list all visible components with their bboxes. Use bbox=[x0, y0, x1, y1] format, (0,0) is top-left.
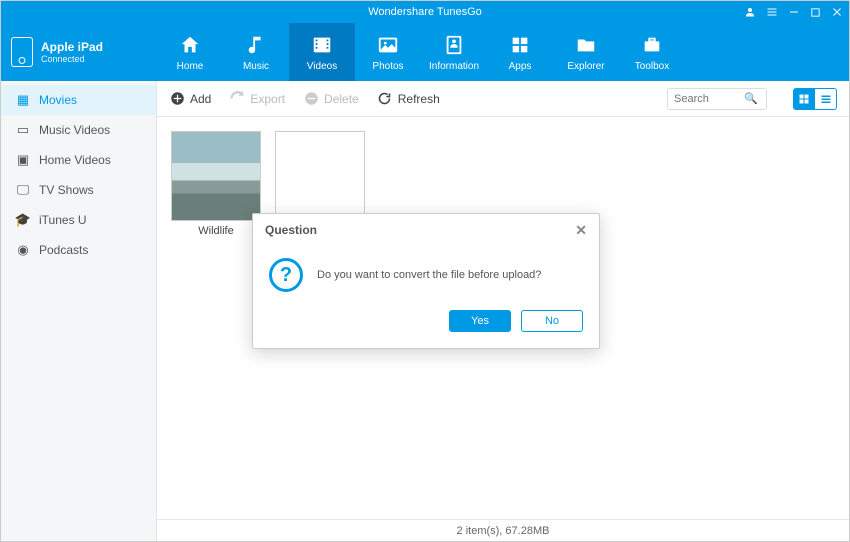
search-input[interactable] bbox=[674, 93, 744, 105]
delete-button[interactable]: Delete bbox=[303, 91, 359, 107]
sidebar-item-itunes-u[interactable]: 🎓 iTunes U bbox=[1, 205, 156, 235]
nav-label: Music bbox=[243, 61, 269, 72]
nav-videos[interactable]: Videos bbox=[289, 23, 355, 81]
device-icon bbox=[11, 37, 33, 67]
menu-icon[interactable] bbox=[766, 6, 778, 18]
device-status: Connected bbox=[41, 54, 103, 64]
yes-button[interactable]: Yes bbox=[449, 310, 511, 332]
maximize-button[interactable] bbox=[810, 7, 821, 18]
sidebar-item-music-videos[interactable]: ▭ Music Videos bbox=[1, 115, 156, 145]
export-label: Export bbox=[250, 92, 285, 106]
status-bar: 2 item(s), 67.28MB bbox=[157, 519, 849, 541]
delete-icon bbox=[303, 91, 319, 107]
device-name: Apple iPad bbox=[41, 40, 103, 54]
dialog-body: ? Do you want to convert the file before… bbox=[253, 246, 599, 300]
close-button[interactable] bbox=[831, 6, 843, 18]
add-label: Add bbox=[190, 92, 211, 106]
nav-label: Toolbox bbox=[635, 61, 669, 72]
search-icon: 🔍 bbox=[744, 92, 758, 105]
search-box[interactable]: 🔍 bbox=[667, 88, 767, 110]
tv-icon: 🖵 bbox=[15, 182, 31, 198]
list-view-button[interactable] bbox=[815, 88, 837, 110]
toolbox-icon bbox=[640, 33, 664, 57]
refresh-button[interactable]: Refresh bbox=[377, 91, 440, 107]
video-thumbnail bbox=[171, 131, 261, 221]
question-dialog: Question ✕ ? Do you want to convert the … bbox=[252, 213, 600, 349]
delete-label: Delete bbox=[324, 92, 359, 106]
home-videos-icon: ▣ bbox=[15, 152, 31, 168]
podcasts-icon: ◉ bbox=[15, 242, 31, 258]
no-button[interactable]: No bbox=[521, 310, 583, 332]
nav-label: Photos bbox=[372, 61, 403, 72]
question-icon: ? bbox=[269, 258, 303, 292]
nav-label: Information bbox=[429, 61, 479, 72]
nav-apps[interactable]: Apps bbox=[487, 23, 553, 81]
nav-toolbox[interactable]: Toolbox bbox=[619, 23, 685, 81]
movies-icon: ▦ bbox=[15, 92, 31, 108]
user-icon[interactable] bbox=[744, 6, 756, 18]
view-toggle bbox=[793, 88, 837, 110]
export-icon bbox=[229, 91, 245, 107]
sidebar-item-home-videos[interactable]: ▣ Home Videos bbox=[1, 145, 156, 175]
status-text: 2 item(s), 67.28MB bbox=[457, 525, 550, 537]
video-item[interactable]: Wildlife bbox=[171, 131, 261, 237]
nav-information[interactable]: Information bbox=[421, 23, 487, 81]
minimize-button[interactable] bbox=[788, 6, 800, 18]
toolbar: Add Export Delete Refresh 🔍 bbox=[157, 81, 849, 117]
main-nav: Home Music Videos Photos Information App… bbox=[157, 23, 849, 81]
dialog-header: Question ✕ bbox=[253, 214, 599, 246]
sidebar: ▦ Movies ▭ Music Videos ▣ Home Videos 🖵 … bbox=[1, 81, 157, 541]
nav-label: Home bbox=[177, 61, 204, 72]
add-button[interactable]: Add bbox=[169, 91, 211, 107]
dialog-close-button[interactable]: ✕ bbox=[575, 222, 587, 239]
itunes-u-icon: 🎓 bbox=[15, 212, 31, 228]
plus-icon bbox=[169, 91, 185, 107]
app-title: Wondershare TunesGo bbox=[368, 6, 482, 18]
header: Apple iPad Connected Home Music Videos P… bbox=[1, 23, 849, 81]
titlebar: Wondershare TunesGo bbox=[1, 1, 849, 23]
nav-photos[interactable]: Photos bbox=[355, 23, 421, 81]
sidebar-item-label: Podcasts bbox=[39, 243, 88, 257]
videos-icon bbox=[310, 33, 334, 57]
video-thumbnail bbox=[275, 131, 365, 221]
nav-label: Videos bbox=[307, 61, 337, 72]
refresh-icon bbox=[377, 91, 393, 107]
sidebar-item-label: iTunes U bbox=[39, 213, 87, 227]
export-button[interactable]: Export bbox=[229, 91, 285, 107]
nav-home[interactable]: Home bbox=[157, 23, 223, 81]
sidebar-item-label: TV Shows bbox=[39, 183, 94, 197]
sidebar-item-podcasts[interactable]: ◉ Podcasts bbox=[1, 235, 156, 265]
app-window: Wondershare TunesGo Apple iPad Connected… bbox=[0, 0, 850, 542]
information-icon bbox=[442, 33, 466, 57]
dialog-message: Do you want to convert the file before u… bbox=[317, 269, 541, 281]
sidebar-item-tv-shows[interactable]: 🖵 TV Shows bbox=[1, 175, 156, 205]
nav-music[interactable]: Music bbox=[223, 23, 289, 81]
refresh-label: Refresh bbox=[398, 92, 440, 106]
video-label: Wildlife bbox=[198, 225, 233, 237]
dialog-footer: Yes No bbox=[253, 300, 599, 348]
photos-icon bbox=[376, 33, 400, 57]
video-item[interactable] bbox=[275, 131, 365, 225]
apps-icon bbox=[508, 33, 532, 57]
explorer-icon bbox=[574, 33, 598, 57]
music-icon bbox=[244, 33, 268, 57]
dialog-title: Question bbox=[265, 223, 317, 237]
music-videos-icon: ▭ bbox=[15, 122, 31, 138]
home-icon bbox=[178, 33, 202, 57]
grid-view-button[interactable] bbox=[793, 88, 815, 110]
window-controls bbox=[744, 1, 843, 23]
sidebar-item-movies[interactable]: ▦ Movies bbox=[1, 85, 156, 115]
nav-label: Explorer bbox=[567, 61, 604, 72]
device-panel[interactable]: Apple iPad Connected bbox=[1, 23, 157, 81]
sidebar-item-label: Movies bbox=[39, 93, 77, 107]
sidebar-item-label: Music Videos bbox=[39, 123, 110, 137]
nav-label: Apps bbox=[509, 61, 532, 72]
sidebar-item-label: Home Videos bbox=[39, 153, 111, 167]
nav-explorer[interactable]: Explorer bbox=[553, 23, 619, 81]
